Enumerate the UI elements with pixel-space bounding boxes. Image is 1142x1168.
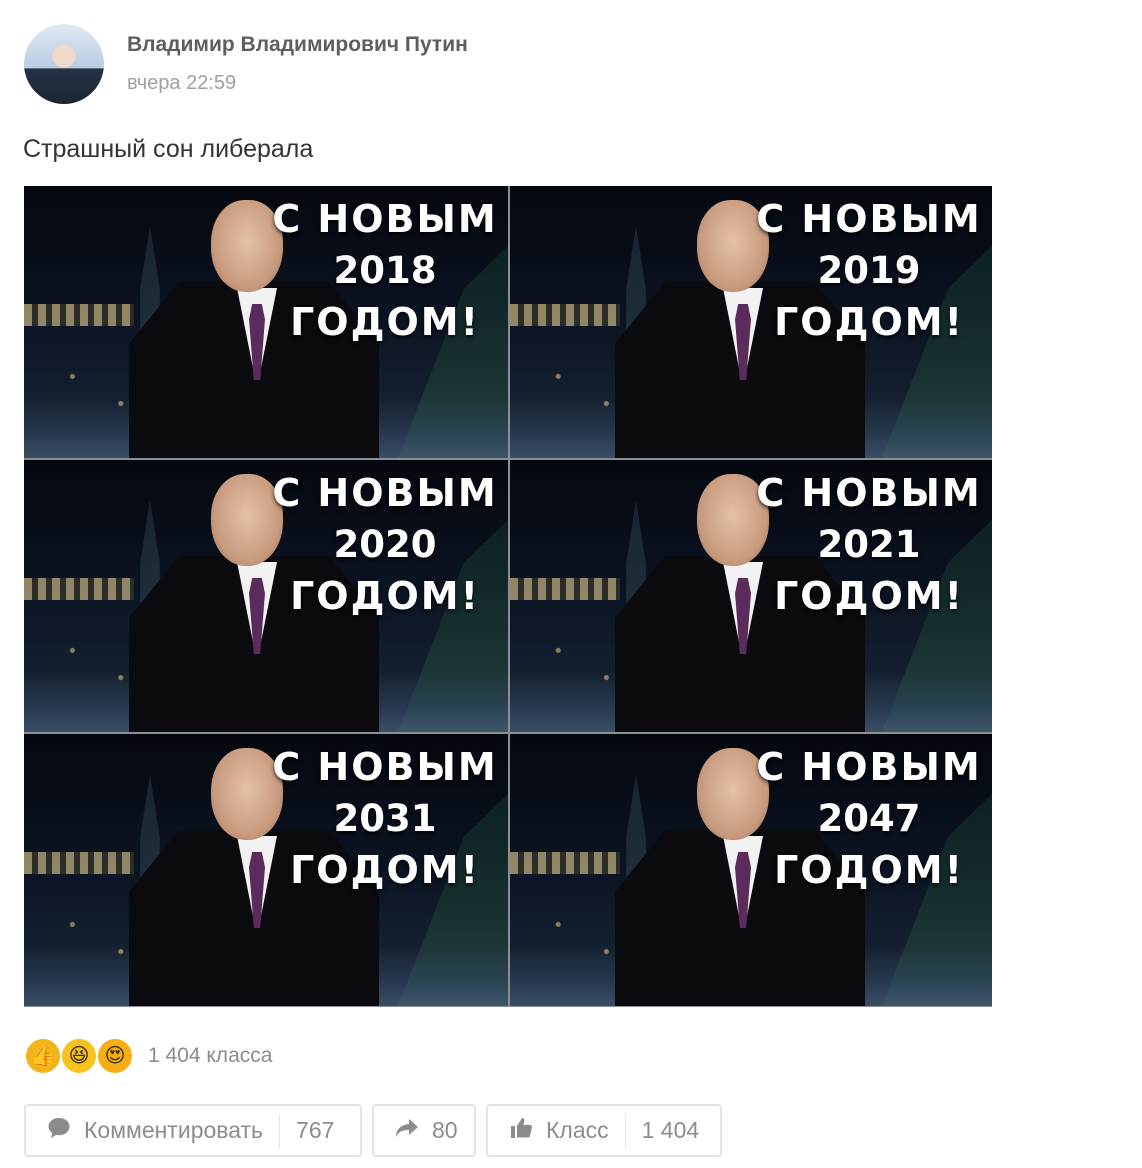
- collage-tile: С НОВЫМ 2021 ГОДОМ!: [510, 460, 992, 732]
- thumbs-up-icon: 👍: [24, 1037, 62, 1075]
- greeting-line-1: С НОВЫМ: [272, 471, 498, 515]
- divider: [279, 1113, 281, 1148]
- greeting-line-3: ГОДОМ!: [290, 300, 480, 344]
- greeting-text: С НОВЫМ 2019 ГОДОМ!: [754, 196, 984, 341]
- greeting-line-3: ГОДОМ!: [774, 300, 964, 344]
- greeting-text: С НОВЫМ 2031 ГОДОМ!: [270, 744, 500, 889]
- thumbs-up-outline-icon: [508, 1115, 534, 1147]
- greeting-line-1: С НОВЫМ: [272, 745, 498, 789]
- greeting-line-1: С НОВЫМ: [756, 471, 982, 515]
- greeting-line-1: С НОВЫМ: [272, 197, 498, 241]
- collage-tile: С НОВЫМ 2047 ГОДОМ!: [510, 734, 992, 1006]
- greeting-year: 2021: [817, 523, 921, 566]
- post-timestamp: вчера 22:59: [127, 72, 237, 94]
- reaction-icons[interactable]: 👍 😆 😍: [24, 1037, 140, 1077]
- collage-tile: С НОВЫМ 2020 ГОДОМ!: [24, 460, 508, 732]
- collage-tile: С НОВЫМ 2018 ГОДОМ!: [24, 186, 508, 458]
- collage-tile: С НОВЫМ 2019 ГОДОМ!: [510, 186, 992, 458]
- like-button[interactable]: Класс 1 404: [486, 1104, 722, 1157]
- author-name[interactable]: Владимир Владимирович Путин: [127, 33, 468, 57]
- greeting-text: С НОВЫМ 2021 ГОДОМ!: [754, 470, 984, 615]
- divider: [624, 1113, 626, 1148]
- greeting-year: 2018: [333, 249, 437, 292]
- share-button[interactable]: 80: [372, 1104, 476, 1157]
- greeting-year: 2019: [817, 249, 921, 292]
- post-text: Страшный сон либерала: [23, 135, 314, 163]
- greeting-year: 2020: [333, 523, 437, 566]
- like-button-label: Класс: [546, 1117, 609, 1143]
- comment-button-label: Комментировать: [84, 1117, 264, 1143]
- greeting-line-3: ГОДОМ!: [290, 848, 480, 892]
- speech-bubble-icon: [46, 1115, 72, 1147]
- greeting-line-1: С НОВЫМ: [756, 197, 982, 241]
- greeting-text: С НОВЫМ 2047 ГОДОМ!: [754, 744, 984, 889]
- laughing-face-icon: 😆: [60, 1037, 98, 1075]
- like-count: 1 404: [641, 1117, 700, 1143]
- author-avatar[interactable]: [24, 24, 104, 104]
- post-image-collage[interactable]: С НОВЫМ 2018 ГОДОМ! С НОВЫМ 2019 ГОДОМ!: [24, 186, 992, 1007]
- greeting-line-3: ГОДОМ!: [290, 574, 480, 618]
- share-arrow-icon: [394, 1116, 420, 1146]
- heart-eyes-face-icon: 😍: [96, 1037, 134, 1075]
- city-lights: [510, 304, 620, 326]
- greeting-text: С НОВЫМ 2020 ГОДОМ!: [270, 470, 500, 615]
- city-lights: [24, 578, 134, 600]
- comment-button[interactable]: Комментировать 767: [24, 1104, 362, 1157]
- city-lights: [510, 578, 620, 600]
- city-lights: [510, 852, 620, 874]
- city-lights: [24, 304, 134, 326]
- greeting-text: С НОВЫМ 2018 ГОДОМ!: [270, 196, 500, 341]
- greeting-year: 2047: [817, 797, 921, 840]
- collage-tile: С НОВЫМ 2031 ГОДОМ!: [24, 734, 508, 1006]
- city-lights: [24, 852, 134, 874]
- comment-count: 767: [296, 1117, 335, 1143]
- greeting-line-3: ГОДОМ!: [774, 848, 964, 892]
- greeting-line-1: С НОВЫМ: [756, 745, 982, 789]
- greeting-year: 2031: [333, 797, 437, 840]
- share-count: 80: [432, 1117, 458, 1143]
- reactions-count[interactable]: 1 404 класса: [148, 1044, 272, 1068]
- greeting-line-3: ГОДОМ!: [774, 574, 964, 618]
